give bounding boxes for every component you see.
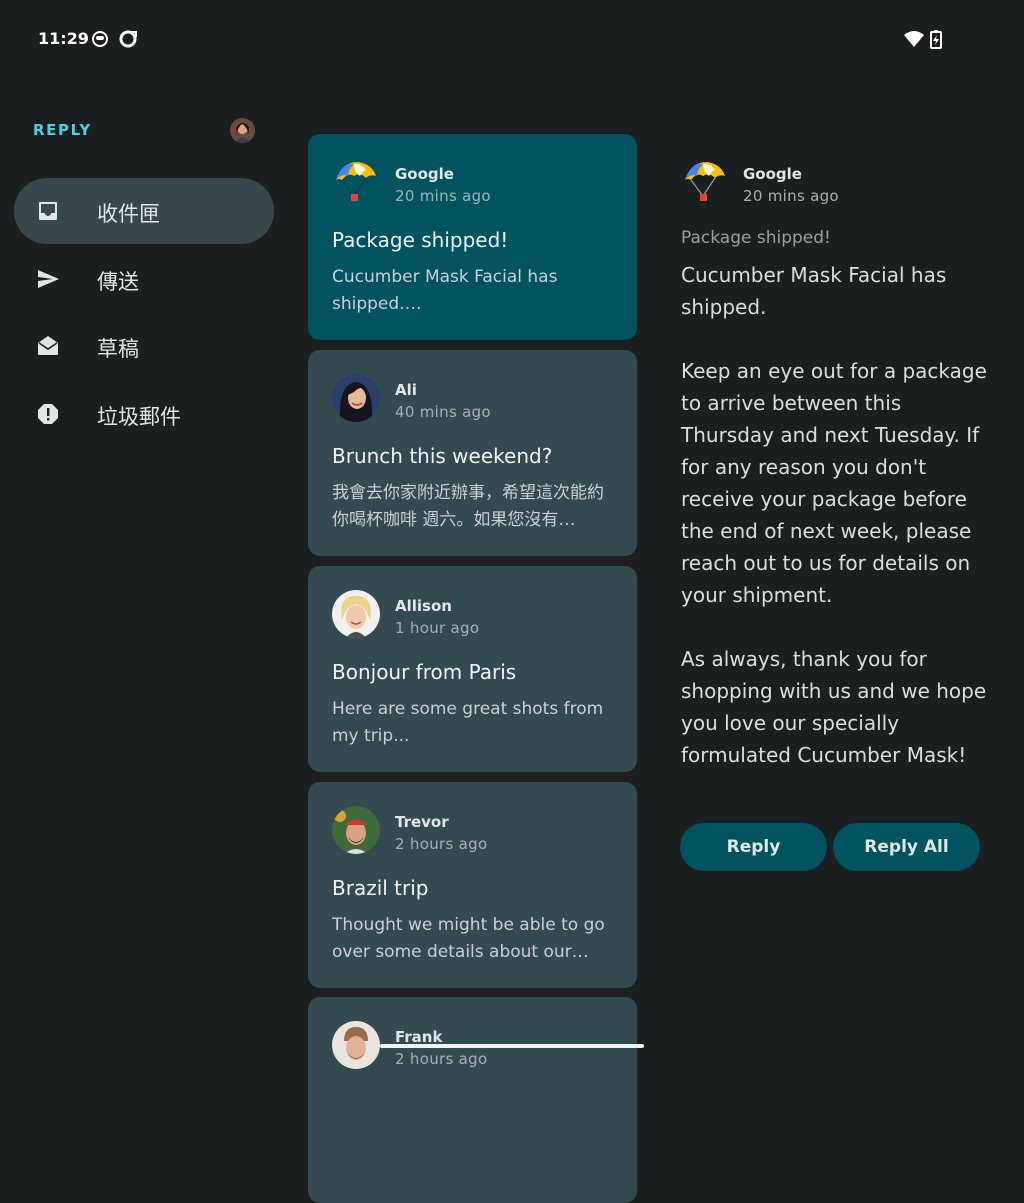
email-card-frank[interactable]: Frank 2 hours ago [308,997,637,1203]
detail-paragraph: Keep an eye out for a package to arrive … [681,359,987,607]
drafts-icon [38,336,58,355]
email-card-google[interactable]: Google 20 mins ago Package shipped! Cucu… [308,134,637,340]
avatar [332,374,380,422]
email-preview: Here are some great shots from my trip..… [332,699,604,746]
email-preview: Thought we might be able to go over some… [332,915,605,962]
nav-item-sent[interactable]: 傳送 [14,246,274,312]
avatar [332,590,380,638]
report-icon [38,404,58,424]
avatar [332,806,380,854]
detail-paragraph: As always, thank you for shopping with u… [681,647,987,767]
account-avatar[interactable] [230,118,255,143]
email-subject: Brunch this weekend? [332,444,553,468]
nav-label-drafts: 草稿 [97,337,139,361]
email-sender: Ali [395,381,417,399]
detail-time: 20 mins ago [743,187,839,205]
nav-item-spam[interactable]: 垃圾郵件 [14,381,274,447]
reply-all-button[interactable]: Reply All [833,823,980,871]
google-parachute-avatar [681,158,729,206]
email-time: 1 hour ago [395,619,480,637]
email-subject: Brazil trip [332,876,429,900]
nav-label-inbox: 收件匣 [97,202,160,226]
email-subject: Bonjour from Paris [332,660,517,684]
email-time: 2 hours ago [395,835,488,853]
email-preview: 我會去你家附近辦事，希望這次能約你喝杯咖啡 週六。如果您沒有… [332,483,604,530]
notification-icon [92,31,108,47]
email-sender: Google [395,165,454,183]
email-sender: Allison [395,597,452,615]
detail-paragraph: Cucumber Mask Facial has shipped. [681,263,947,319]
email-time: 40 mins ago [395,403,491,421]
nav-item-inbox[interactable]: 收件匣 [14,178,274,244]
inbox-icon [39,202,57,220]
app-brand: REPLY [33,121,92,139]
status-time: 11:29 [38,29,89,48]
detail-body: Cucumber Mask Facial has shipped. Keep a… [681,259,991,803]
sync-icon [119,30,137,48]
google-parachute-avatar [332,158,380,206]
detail-sender: Google [743,165,802,183]
reply-button[interactable]: Reply [680,823,827,871]
battery-charging-icon [930,30,942,49]
email-preview: Cucumber Mask Facial has shipped.… [332,267,558,314]
avatar [332,1021,380,1069]
gesture-home-indicator[interactable] [380,1044,644,1048]
wifi-icon [904,31,924,47]
email-card-ali[interactable]: Ali 40 mins ago Brunch this weekend? 我會去… [308,350,637,556]
email-time: 2 hours ago [395,1050,488,1068]
email-card-trevor[interactable]: Trevor 2 hours ago Brazil trip Thought w… [308,782,637,988]
detail-subject: Package shipped! [681,228,831,248]
email-time: 20 mins ago [395,187,491,205]
nav-label-spam: 垃圾郵件 [97,405,181,429]
nav-item-drafts[interactable]: 草稿 [14,313,274,379]
nav-label-sent: 傳送 [97,270,139,294]
email-sender: Trevor [395,813,449,831]
status-bar: 11:29 [0,0,1024,80]
email-card-allison[interactable]: Allison 1 hour ago Bonjour from Paris He… [308,566,637,772]
send-icon [38,270,59,288]
email-subject: Package shipped! [332,228,509,252]
